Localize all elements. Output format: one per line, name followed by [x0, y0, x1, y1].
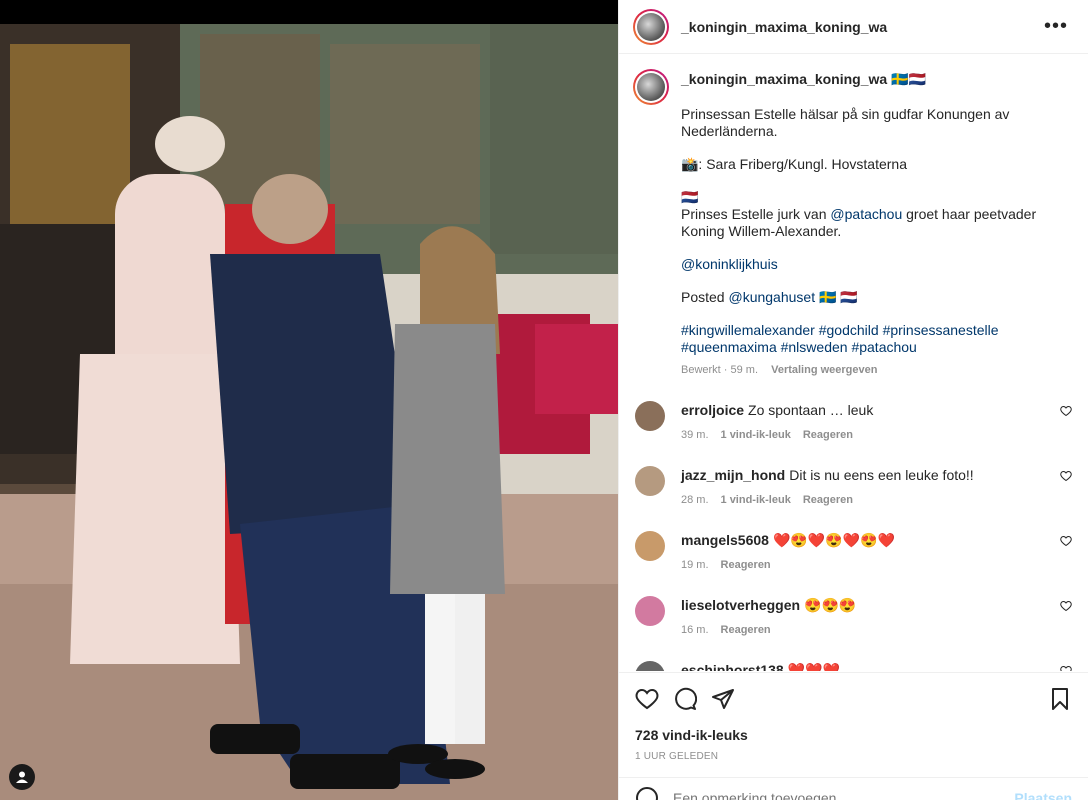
tagged-user-icon[interactable] — [9, 764, 35, 790]
comment-text: Zo spontaan … leuk — [748, 402, 874, 418]
comment-likes[interactable]: 1 vind-ik-leuk — [721, 429, 791, 441]
comment-bubble-icon[interactable] — [673, 687, 697, 711]
caption-posted-flags: 🇸🇪 🇳🇱 — [815, 289, 858, 305]
comment-time: 39 m. — [681, 429, 709, 441]
comment-likes[interactable]: 1 vind-ik-leuk — [721, 494, 791, 506]
post-comment-button[interactable]: Plaatsen — [1014, 790, 1072, 800]
reply-button[interactable]: Reageren — [803, 494, 853, 506]
top-black-bar — [0, 0, 618, 24]
mention-patachou[interactable]: @patachou — [830, 206, 902, 222]
comment-text: ❤️❤️❤️ — [787, 662, 841, 671]
comment-avatar[interactable] — [635, 531, 665, 561]
post-actions: 728 vind-ik-leuks 1 UUR GELEDEN Plaatsen — [619, 672, 1088, 800]
comment-item: jazz_mijn_hond Dit is nu eens een leuke f… — [633, 466, 1072, 509]
reply-button[interactable]: Reageren — [721, 559, 771, 571]
caption-nl-flag: 🇳🇱 — [681, 189, 699, 205]
likes-count[interactable]: 728 vind-ik-leuks — [635, 727, 1072, 743]
mention-kungahuset[interactable]: @kungahuset — [728, 289, 815, 305]
reply-button[interactable]: Reageren — [803, 429, 853, 441]
post-details-panel: _koningin_maxima_koning_wa ••• _koningin… — [618, 0, 1088, 800]
reply-button[interactable]: Reageren — [721, 624, 771, 636]
caption-username[interactable]: _koningin_maxima_koning_wa — [681, 71, 887, 87]
post-timestamp: 1 UUR GELEDEN — [635, 751, 719, 762]
comment-username[interactable]: eschiphorst138 — [681, 662, 784, 671]
comment-avatar[interactable] — [635, 466, 665, 496]
share-send-icon[interactable] — [711, 687, 735, 711]
more-options-icon[interactable]: ••• — [1038, 15, 1074, 38]
caption-photo-credit: 📸: Sara Friberg/Kungl. Hovstaterna — [681, 156, 907, 172]
comment-avatar[interactable] — [635, 661, 665, 671]
comment-item: erroljoice Zo spontaan … leuk 39 m. 1 vind… — [633, 401, 1072, 444]
comment-username[interactable]: erroljoice — [681, 402, 744, 418]
comment-heart-icon[interactable] — [1060, 535, 1072, 547]
author-avatar[interactable] — [633, 8, 669, 45]
comment-text: Dit is nu eens een leuke foto!! — [789, 467, 974, 483]
comment-time: 28 m. — [681, 494, 709, 506]
post-header: _koningin_maxima_koning_wa ••• — [619, 0, 1088, 54]
emoji-icon[interactable] — [635, 786, 659, 800]
caption-line-dutch-pre: Prinses Estelle jurk van — [681, 206, 831, 222]
comment-heart-icon[interactable] — [1060, 665, 1072, 671]
like-heart-icon[interactable] — [635, 687, 659, 711]
save-bookmark-icon[interactable] — [1048, 687, 1072, 711]
comment-time: 16 m. — [681, 624, 709, 636]
comment-text: 😍😍😍 — [804, 597, 857, 613]
comment-item: mangels5608 ❤️😍❤️😍❤️😍❤️ 19 m. Reageren — [633, 531, 1072, 574]
caption: _koningin_maxima_koning_wa 🇸🇪🇳🇱 Prinsess… — [633, 69, 1072, 379]
comment-avatar[interactable] — [635, 401, 665, 431]
comment-time: 19 m. — [681, 559, 709, 571]
post-photo-image — [0, 24, 618, 800]
comment-text: ❤️😍❤️😍❤️😍❤️ — [772, 532, 895, 548]
caption-flags: 🇸🇪🇳🇱 — [891, 71, 926, 87]
comment-item: eschiphorst138 ❤️❤️❤️ — [633, 661, 1072, 671]
add-comment-bar: Plaatsen — [619, 777, 1088, 800]
post-photo[interactable] — [0, 24, 618, 800]
comment-heart-icon[interactable] — [1060, 600, 1072, 612]
comments-scroll-area[interactable]: _koningin_maxima_koning_wa 🇸🇪🇳🇱 Prinsess… — [619, 55, 1088, 671]
caption-hashtags[interactable]: #kingwillemalexander #godchild #prinsess… — [681, 322, 1061, 356]
comment-username[interactable]: lieselotverheggen — [681, 597, 800, 613]
comment-username[interactable]: mangels5608 — [681, 532, 769, 548]
author-username[interactable]: _koningin_maxima_koning_wa — [681, 19, 887, 35]
comment-avatar[interactable] — [635, 596, 665, 626]
caption-avatar[interactable] — [633, 69, 669, 105]
comment-heart-icon[interactable] — [1060, 405, 1072, 417]
translate-link[interactable]: Vertaling weergeven — [771, 364, 877, 376]
comment-item: lieselotverheggen 😍😍😍 16 m. Reageren — [633, 596, 1072, 639]
comment-username[interactable]: jazz_mijn_hond — [681, 467, 785, 483]
caption-posted-label: Posted — [681, 289, 729, 305]
caption-edited-time: Bewerkt · 59 m. — [681, 364, 759, 376]
add-comment-input[interactable] — [673, 789, 1015, 800]
mention-koninklijkhuis[interactable]: @koninklijkhuis — [681, 256, 778, 272]
caption-line-swedish: Prinsessan Estelle hälsar på sin gudfar … — [681, 106, 1010, 139]
comment-heart-icon[interactable] — [1060, 470, 1072, 482]
